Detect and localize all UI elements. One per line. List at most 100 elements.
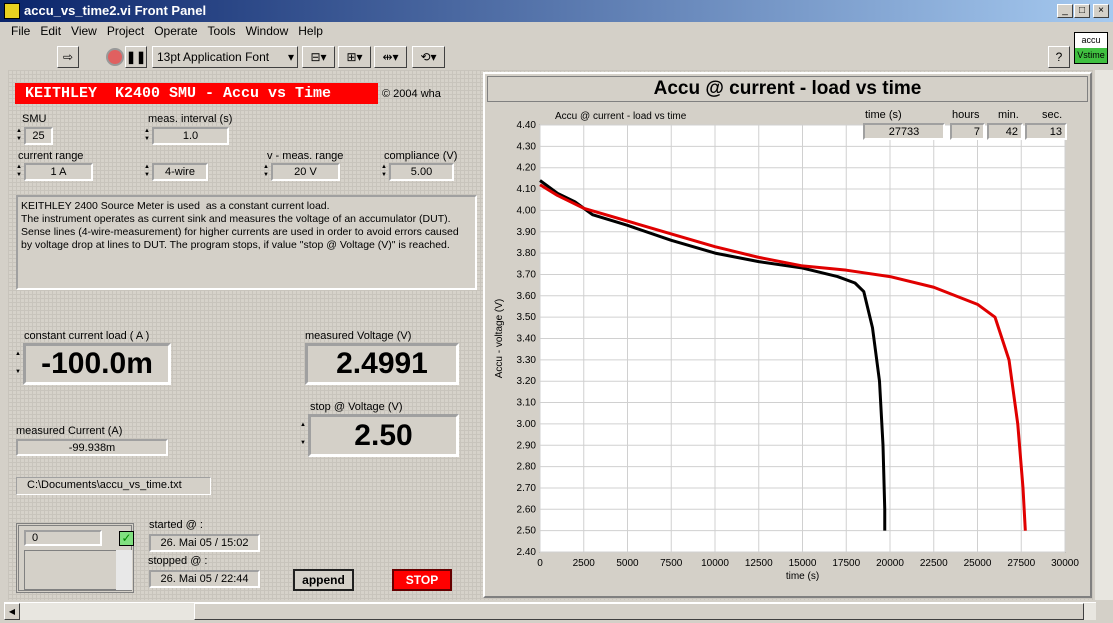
title-bar: accu_vs_time2.vi Front Panel xyxy=(0,0,1113,22)
vi-icon: accu Vstime xyxy=(1074,32,1108,64)
y-tick-label: 3.30 xyxy=(517,355,537,366)
menu-operate[interactable]: Operate xyxy=(154,24,197,38)
close-button[interactable]: × xyxy=(1093,4,1109,18)
started-label: started @ : xyxy=(149,519,203,531)
vi-icon-bottom: Vstime xyxy=(1075,48,1107,63)
abort-button[interactable] xyxy=(106,48,124,66)
stopped-display: 26. Mai 05 / 22:44 xyxy=(149,570,260,588)
smu-spinner[interactable]: ▲ ▼ xyxy=(16,127,22,145)
wire-select[interactable]: 4-wire xyxy=(152,163,208,181)
x-tick-label: 0 xyxy=(537,558,543,569)
y-tick-label: 2.70 xyxy=(517,483,537,494)
sec-display: 13 xyxy=(1025,123,1067,140)
smu-label: SMU xyxy=(22,113,47,125)
list-box[interactable]: 0 ✓ xyxy=(16,523,134,593)
align-button[interactable]: ⊟▾ xyxy=(302,46,335,68)
scroll-left-icon[interactable]: ◀ xyxy=(4,603,20,620)
horizontal-scrollbar[interactable]: ◀ xyxy=(4,602,1096,620)
x-tick-label: 5000 xyxy=(616,558,639,569)
description-text: KEITHLEY 2400 Source Meter is used as a … xyxy=(16,195,477,290)
x-tick-label: 12500 xyxy=(745,558,773,569)
y-tick-label: 4.30 xyxy=(517,141,537,152)
scroll-thumb[interactable] xyxy=(194,603,1084,620)
check-icon[interactable]: ✓ xyxy=(119,531,134,546)
list-scrollbar[interactable] xyxy=(116,550,132,590)
distribute-button[interactable]: ⊞▾ xyxy=(338,46,371,68)
stop-voltage-label: stop @ Voltage (V) xyxy=(310,401,403,413)
menu-file[interactable]: File xyxy=(11,24,30,38)
x-tick-label: 10000 xyxy=(701,558,729,569)
menu-project[interactable]: Project xyxy=(107,24,144,38)
pause-button[interactable]: ❚❚ xyxy=(125,46,147,68)
file-path-input[interactable]: C:\Documents\accu_vs_time.txt xyxy=(16,477,211,495)
x-axis-label: time (s) xyxy=(786,571,819,582)
x-tick-label: 25000 xyxy=(964,558,992,569)
x-tick-label: 7500 xyxy=(660,558,683,569)
y-tick-label: 3.10 xyxy=(517,398,537,409)
run-button[interactable]: ⇨ xyxy=(57,46,79,68)
x-tick-label: 27500 xyxy=(1007,558,1035,569)
smu-input[interactable]: 25 xyxy=(24,127,53,145)
menu-edit[interactable]: Edit xyxy=(40,24,61,38)
menu-help[interactable]: Help xyxy=(298,24,323,38)
resize-button[interactable]: ⇹▾ xyxy=(374,46,407,68)
started-display: 26. Mai 05 / 15:02 xyxy=(149,534,260,552)
y-tick-label: 2.60 xyxy=(517,504,537,515)
interval-label: meas. interval (s) xyxy=(148,113,233,125)
vi-icon-top: accu xyxy=(1081,35,1101,45)
y-tick-label: 4.20 xyxy=(517,163,537,174)
stop-voltage-spinner[interactable]: ▲ ▼ xyxy=(300,416,306,454)
wire-spinner[interactable]: ▲ ▼ xyxy=(144,163,150,181)
y-tick-label: 2.80 xyxy=(517,462,537,473)
stop-voltage-input[interactable]: 2.50 xyxy=(308,414,459,457)
minimize-button[interactable]: _ xyxy=(1057,4,1073,18)
measured-current-label: measured Current (A) xyxy=(16,425,123,437)
x-tick-label: 15000 xyxy=(789,558,817,569)
maximize-button[interactable]: □ xyxy=(1074,4,1090,18)
window-title: accu_vs_time2.vi Front Panel xyxy=(24,3,207,18)
menu-view[interactable]: View xyxy=(71,24,97,38)
y-tick-label: 3.00 xyxy=(517,419,537,430)
load-input[interactable]: -100.0m xyxy=(23,343,171,385)
stop-button[interactable]: STOP xyxy=(392,569,452,591)
y-tick-label: 2.90 xyxy=(517,440,537,451)
x-tick-label: 2500 xyxy=(573,558,596,569)
sec-label: sec. xyxy=(1042,109,1063,121)
interval-spinner[interactable]: ▲ ▼ xyxy=(144,127,150,145)
list-index[interactable]: 0 xyxy=(24,530,102,546)
y-tick-label: 3.70 xyxy=(517,269,537,280)
menu-tools[interactable]: Tools xyxy=(208,24,236,38)
vertical-scrollbar[interactable] xyxy=(1095,70,1113,600)
graph-header: Accu @ current - load vs time xyxy=(487,76,1088,102)
font-select[interactable]: 13pt Application Font ▾ xyxy=(152,46,298,68)
interval-input[interactable]: 1.0 xyxy=(152,127,229,145)
append-button[interactable]: append xyxy=(293,569,354,591)
x-tick-label: 22500 xyxy=(920,558,948,569)
measured-voltage-display: 2.4991 xyxy=(305,343,459,385)
measured-voltage-label: measured Voltage (V) xyxy=(305,330,412,342)
reorder-button[interactable]: ⟲▾ xyxy=(412,46,445,68)
time-label: time (s) xyxy=(865,109,902,121)
compliance-input[interactable]: 5.00 xyxy=(389,163,454,181)
y-tick-label: 4.10 xyxy=(517,184,537,195)
load-spinner[interactable]: ▲ ▼ xyxy=(15,345,21,383)
title-banner: KEITHLEY K2400 SMU - Accu vs Time xyxy=(15,83,378,104)
compliance-spinner[interactable]: ▲ ▼ xyxy=(381,163,387,181)
min-display: 42 xyxy=(987,123,1023,140)
v-range-spinner[interactable]: ▲ ▼ xyxy=(263,163,269,181)
v-range-select[interactable]: 20 V xyxy=(271,163,340,181)
y-tick-label: 3.90 xyxy=(517,227,537,238)
hours-display: 7 xyxy=(950,123,985,140)
min-label: min. xyxy=(998,109,1019,121)
current-range-select[interactable]: 1 A xyxy=(24,163,93,181)
chevron-down-icon: ▾ xyxy=(287,50,294,64)
menu-window[interactable]: Window xyxy=(246,24,289,38)
y-tick-label: 3.40 xyxy=(517,334,537,345)
chart-title: Accu @ current - load vs time xyxy=(555,111,687,122)
y-tick-label: 3.50 xyxy=(517,312,537,323)
y-tick-label: 2.40 xyxy=(517,547,537,558)
x-tick-label: 20000 xyxy=(876,558,904,569)
measured-current-display: -99.938m xyxy=(16,439,168,456)
help-button[interactable]: ? xyxy=(1048,46,1070,68)
current-range-spinner[interactable]: ▲ ▼ xyxy=(16,163,22,181)
